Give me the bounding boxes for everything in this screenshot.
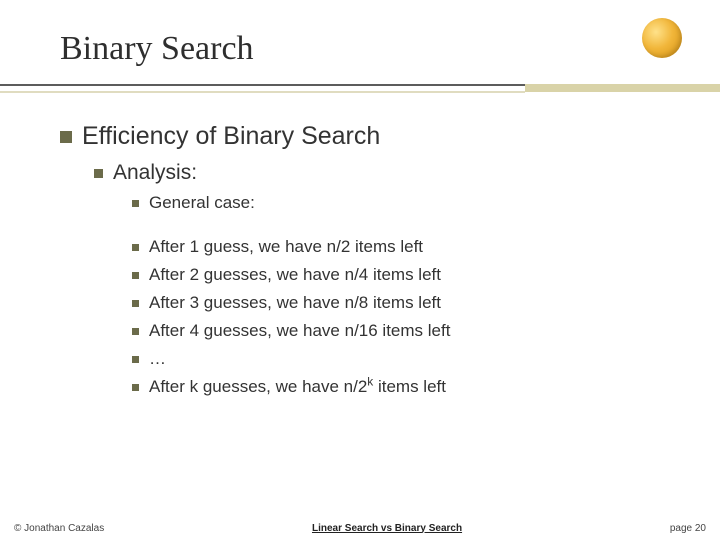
- bullet-level1: Efficiency of Binary Search: [60, 122, 660, 151]
- slide-footer: © Jonathan Cazalas Linear Search vs Bina…: [0, 516, 720, 540]
- bullet-level3: After k guesses, we have n/2k items left: [132, 377, 660, 397]
- bullet-level3: After 2 guesses, we have n/4 items left: [132, 265, 660, 285]
- bullet-level3: …: [132, 349, 660, 369]
- footer-title: Linear Search vs Binary Search: [104, 523, 670, 534]
- divider-accent-icon: [525, 84, 720, 92]
- bullet-level3-text: After 3 guesses, we have n/8 items left: [149, 293, 441, 313]
- square-bullet-icon: [132, 272, 139, 279]
- square-bullet-icon: [132, 384, 139, 391]
- square-bullet-icon: [132, 300, 139, 307]
- square-bullet-icon: [94, 169, 103, 178]
- divider-shadow-icon: [0, 91, 525, 93]
- slide-title: Binary Search: [0, 20, 720, 78]
- bullet-level3: After 3 guesses, we have n/8 items left: [132, 293, 660, 313]
- slide-body: Efficiency of Binary Search Analysis: Ge…: [0, 98, 720, 397]
- bullet-level2: Analysis:: [94, 161, 660, 185]
- square-bullet-icon: [132, 356, 139, 363]
- bullet-level3-text: After 4 guesses, we have n/16 items left: [149, 321, 450, 341]
- square-bullet-icon: [132, 328, 139, 335]
- bullet-level3: General case:: [132, 193, 660, 213]
- bullet-level2-text: Analysis:: [113, 161, 197, 185]
- square-bullet-icon: [132, 244, 139, 251]
- footer-copyright: © Jonathan Cazalas: [14, 523, 104, 534]
- logo-icon: [642, 18, 682, 58]
- bullet-level3-text: After 1 guess, we have n/2 items left: [149, 237, 423, 257]
- text-part: After k guesses, we have n/2: [149, 377, 367, 396]
- bullet-level1-text: Efficiency of Binary Search: [82, 122, 380, 151]
- slide: Binary Search Efficiency of Binary Searc…: [0, 0, 720, 540]
- bullet-level3: After 4 guesses, we have n/16 items left: [132, 321, 660, 341]
- bullet-level3-text: After k guesses, we have n/2k items left: [149, 377, 446, 397]
- bullet-level3-text: After 2 guesses, we have n/4 items left: [149, 265, 441, 285]
- bullet-level3: After 1 guess, we have n/2 items left: [132, 237, 660, 257]
- square-bullet-icon: [132, 200, 139, 207]
- bullet-level3-text: …: [149, 349, 166, 369]
- footer-page-number: page 20: [670, 523, 706, 534]
- divider-line-icon: [0, 84, 525, 86]
- text-part: items left: [373, 377, 446, 396]
- square-bullet-icon: [60, 131, 72, 143]
- title-divider: [0, 84, 720, 98]
- bullet-level3-text: General case:: [149, 193, 255, 213]
